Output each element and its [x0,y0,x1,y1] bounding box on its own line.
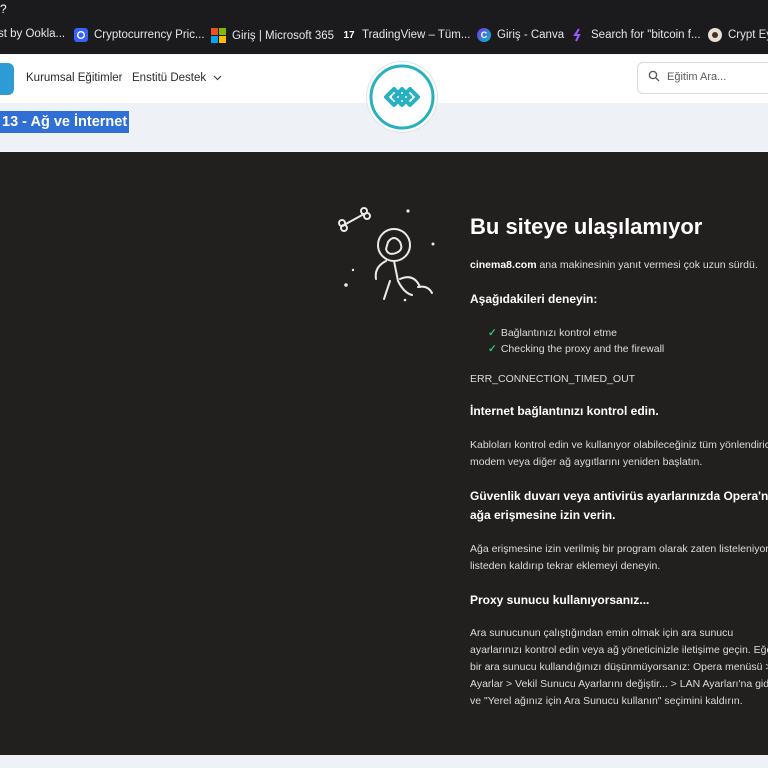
suggestion-label: Bağlantınızı kontrol etme [500,327,617,339]
section-text: ayarlarınızı kontrol edin veya ağ yöneti… [470,644,768,656]
section-text: Ağa erişmesine izin verilmiş bir program… [470,543,768,555]
section-text: bir ara sunucu kullandığınızı düşünmüyor… [470,661,768,673]
error-title: Bu siteye ulaşılamıyor [470,214,703,239]
top-partial-text: ? [0,2,7,16]
section-text: Ayarlar > Vekil Sunucu Ayarlarını değişt… [470,678,768,690]
top-strip: ? [0,0,768,20]
section-text: Kabloları kontrol edin ve kullanıyor ola… [470,439,768,451]
section-heading: Proxy sunucu kullanıyorsanız... [470,593,650,607]
section-text: Ara sunucunun çalıştığından emin olmak i… [470,627,734,639]
search-icon [648,70,660,82]
suggestion-item: ✓ Bağlantınızı kontrol etme [488,325,617,342]
logo-icon [369,64,435,130]
canva-icon: C [477,28,491,42]
error-code: ERR_CONNECTION_TIMED_OUT [470,373,636,385]
bookmark-label: st by Ookla... [0,28,66,40]
bookmark-microsoft365[interactable]: Giriş | Microsoft 365 [211,28,334,43]
bookmark-label: Giriş - Canva [497,29,565,41]
bookmark-label: Cryptocurrency Pric... [94,29,205,41]
bookmark-canva[interactable]: C Giriş - Canva [477,28,564,42]
try-heading: Aşağıdakileri deneyin: [470,292,598,306]
error-host-suffix: ana makinesinin yanıt vermesi çok uzun s… [536,259,758,271]
bookmark-label: Search for "bitcoin f... [591,29,701,41]
bookmark-search-bitcoin[interactable]: Search for "bitcoin f... [571,28,701,42]
error-host-line: cinema8.com ana makinesinin yanıt vermes… [470,257,758,274]
search-bookmark-icon [571,28,585,42]
bookmark-tradingview[interactable]: 17 TradingView – Tüm... [342,28,470,42]
suggestion-label: Checking the proxy and the firewall [500,343,665,355]
check-icon: ✓ [488,343,497,355]
nav-link-kurumsal[interactable]: Kurumsal Eğitimler [26,72,123,84]
bookmark-label: Crypt Ey [728,29,768,41]
space-dog-illustration [338,207,435,302]
site-logo[interactable] [367,62,437,132]
bookmark-label: Giriş | Microsoft 365 [232,29,335,42]
chevron-down-icon [213,75,222,81]
bookmark-label: TradingView – Tüm... [362,29,471,41]
section-heading: Güvenlik duvarı veya antivirüs ayarların… [470,489,768,503]
bookmark-cryptocurrency[interactable]: Cryptocurrency Pric... [74,28,205,42]
suggestion-item: ✓ Checking the proxy and the firewall [488,341,664,358]
section-text: listeden kaldırıp tekrar eklemeyi deneyi… [470,560,661,572]
tradingview-icon: 17 [343,29,355,41]
microsoft-icon [211,28,226,43]
nav-link-label: Enstitü Destek [132,72,207,84]
bookmark-ookla[interactable]: st by Ookla... [0,28,65,40]
section-heading: İnternet bağlantınızı kontrol edin. [470,404,659,418]
bookmark-crypteye[interactable]: Crypt Ey [708,28,768,42]
section-heading: ağa erişmesine izin verin. [470,508,616,522]
error-host: cinema8.com [470,259,537,271]
search-field[interactable]: Eğitim Ara... [637,62,768,94]
search-placeholder: Eğitim Ara... [667,71,727,83]
menu-toggle-button[interactable] [0,63,14,95]
check-icon: ✓ [488,327,497,339]
coinmarketcap-icon [74,28,88,42]
error-page: Bu siteye ulaşılamıyor cinema8.com ana m… [0,152,768,755]
course-title: 13 - Ağ ve İnternet [0,111,130,133]
nav-link-enstitu-destek[interactable]: Enstitü Destek [132,72,222,84]
bottom-strip [0,755,768,768]
section-text: ve "Yerel ağınız için Ara Sunucu kullanı… [470,695,743,707]
cryptoeye-icon [708,28,722,42]
bookmarks-bar: st by Ookla... Cryptocurrency Pric... Gi… [0,20,768,54]
section-text: modem veya diğer ağ aygıtlarını yeniden … [470,456,703,468]
